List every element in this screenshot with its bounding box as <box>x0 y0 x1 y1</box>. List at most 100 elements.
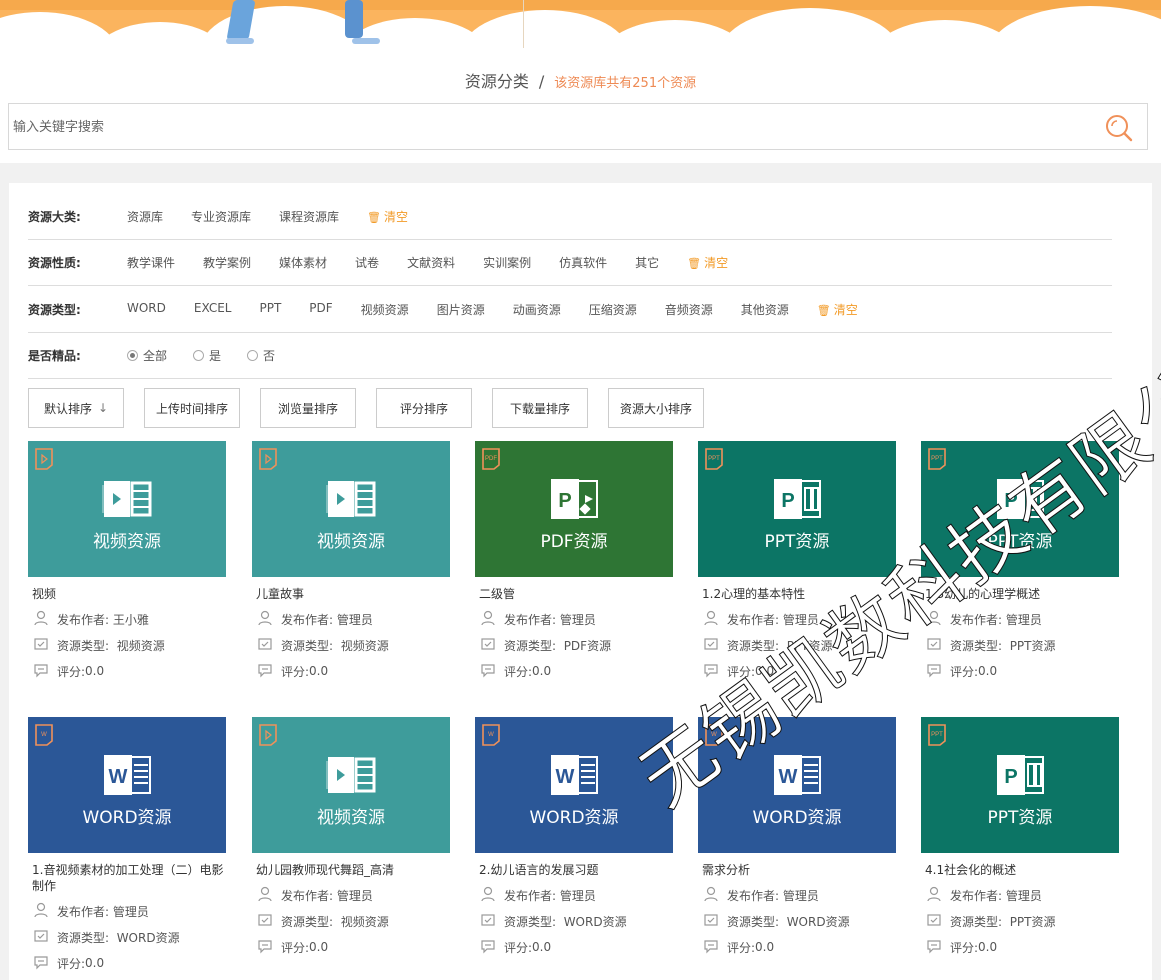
filter-option[interactable]: 其他资源 <box>741 301 789 318</box>
score-value: 0.0 <box>532 664 552 678</box>
resource-card[interactable]: PPT P PPT资源 1.2心理的基本特性 发布作者: 管理员 资源类型: PPT资源评… <box>698 441 896 684</box>
filter-label: 资源性质: <box>28 256 81 270</box>
radio-dot[interactable] <box>247 350 259 361</box>
radio-label: 是 <box>209 349 222 363</box>
filter-option[interactable]: 音频资源 <box>665 301 713 318</box>
filter-option[interactable]: 媒体素材 <box>279 254 327 271</box>
clear-filter-button[interactable]: 🗑︎ 清空 <box>687 254 728 271</box>
search-icon[interactable] <box>1105 114 1133 142</box>
filter-option[interactable]: 专业资源库 <box>191 208 251 225</box>
filter-option[interactable]: 其它 <box>635 254 659 271</box>
thumbnail-caption: PDF资源 <box>540 532 608 552</box>
type-row: 资源类型: PPT资源 <box>926 908 1119 934</box>
filter-option[interactable]: 文献资料 <box>407 254 455 271</box>
score-label: 评分: <box>57 956 86 971</box>
author-row: 发布作者: 管理员 <box>703 882 896 908</box>
sort-button[interactable]: 默认排序 ↓ <box>28 388 124 428</box>
resource-title[interactable]: 1.音视频素材的加工处理（二）电影制作 <box>32 862 226 894</box>
author-value: 管理员 <box>559 612 596 627</box>
thumbnail-caption: 视频资源 <box>317 808 385 828</box>
resource-thumbnail[interactable]: 视频资源 <box>252 441 450 577</box>
resource-title[interactable]: 需求分析 <box>702 862 896 878</box>
resource-card[interactable]: W W WORD资源 需求分析 发布作者: 管理员 资源类型: WORD资源 评分: 0.0 <box>698 717 896 960</box>
resource-card[interactable]: PPT P PPT资源 1.3幼儿的心理学概述 发布作者: 管理员 资源类型: PPT资源… <box>921 441 1119 684</box>
type-value: PPT资源 <box>786 638 833 653</box>
clear-label: 清空 <box>384 210 409 224</box>
resource-thumbnail[interactable]: PPT P PPT资源 <box>921 441 1119 577</box>
filter-option[interactable]: PPT <box>259 301 281 318</box>
resource-card[interactable]: PDF P PDF资源 二级管 发布作者: 管理员 资源类型: PDF资源 评分: 0.0 <box>475 441 673 684</box>
filter-option[interactable]: 视频资源 <box>361 301 409 318</box>
resource-thumbnail[interactable]: W W WORD资源 <box>475 717 673 853</box>
resource-title[interactable]: 1.2心理的基本特性 <box>702 586 896 602</box>
clear-filter-button[interactable]: 🗑︎ 清空 <box>817 301 858 318</box>
premium-radio[interactable]: 是 <box>193 347 221 364</box>
filter-option[interactable]: 教学案例 <box>203 254 251 271</box>
search-input[interactable] <box>13 116 1073 138</box>
author-row: 发布作者: 王小雅 <box>33 606 226 632</box>
resource-card[interactable]: 视频资源 儿童故事 发布作者: 管理员 资源类型: 视频资源 评分: 0.0 <box>252 441 450 684</box>
resource-card[interactable]: W W WORD资源 1.音视频素材的加工处理（二）电影制作 发布作者: 管理员 资源类型… <box>28 717 226 976</box>
resource-card[interactable]: 视频资源 视频 发布作者: 王小雅 资源类型: 视频资源 评分: 0.0 <box>28 441 226 684</box>
author-row: 发布作者: 管理员 <box>703 606 896 632</box>
filter-row: 资源性质: 教学课件 教学案例 媒体素材 试卷 文献资料 实训案例 仿真软件 其它 🗑︎ 清空 <box>28 240 1112 286</box>
resource-thumbnail[interactable]: 视频资源 <box>252 717 450 853</box>
resource-thumbnail[interactable]: W W WORD资源 <box>698 717 896 853</box>
resource-thumbnail[interactable]: W W WORD资源 <box>28 717 226 853</box>
sort-button[interactable]: 资源大小排序 <box>608 388 704 428</box>
author-row: 发布作者: 管理员 <box>926 882 1119 908</box>
filter-option[interactable]: 试卷 <box>355 254 379 271</box>
resource-title[interactable]: 4.1社会化的概述 <box>925 862 1119 878</box>
radio-dot[interactable] <box>127 350 138 361</box>
type-icon <box>257 912 281 931</box>
resource-card[interactable]: PPT P PPT资源 4.1社会化的概述 发布作者: 管理员 资源类型: PPT资源 评分… <box>921 717 1119 960</box>
filter-option[interactable]: EXCEL <box>194 301 232 318</box>
resource-title[interactable]: 幼儿园教师现代舞蹈_高清 <box>256 862 450 878</box>
filter-option[interactable]: 压缩资源 <box>589 301 637 318</box>
radio-dot[interactable] <box>193 350 205 361</box>
clear-filter-button[interactable]: 🗑︎ 清空 <box>367 208 408 225</box>
resource-title[interactable]: 视频 <box>32 586 226 602</box>
resource-card[interactable]: 视频资源幼儿园教师现代舞蹈_高清发布作者: 管理员 资源类型: 视频资源 评分: 0.… <box>252 717 450 960</box>
radio-label: 否 <box>263 349 276 363</box>
sort-button[interactable]: 浏览量排序 <box>260 388 356 428</box>
filter-option[interactable]: 课程资源库 <box>279 208 339 225</box>
sort-button[interactable]: 评分排序 <box>376 388 472 428</box>
premium-radio[interactable]: 全部 <box>127 347 167 364</box>
filter-option[interactable]: WORD <box>127 301 166 318</box>
resource-thumbnail[interactable]: PDF P PDF资源 <box>475 441 673 577</box>
score-row: 评分: 0.0 <box>257 934 450 960</box>
filter-option[interactable]: 实训案例 <box>483 254 531 271</box>
type-row: 资源类型: PDF资源 <box>480 632 673 658</box>
type-row: 资源类型: PPT资源 <box>926 632 1119 658</box>
resource-thumbnail[interactable]: PPT P PPT资源 <box>698 441 896 577</box>
comment-icon <box>257 938 281 957</box>
resource-title[interactable]: 2.幼儿语言的发展习题 <box>479 862 673 878</box>
filter-option[interactable]: 图片资源 <box>437 301 485 318</box>
sort-button[interactable]: 下载量排序 <box>492 388 588 428</box>
premium-radio[interactable]: 否 <box>247 347 275 364</box>
resource-card[interactable]: W W WORD资源 2.幼儿语言的发展习题 发布作者: 管理员 资源类型: WORD资源… <box>475 717 673 960</box>
user-icon <box>257 886 281 905</box>
author-label: 发布作者: <box>504 888 557 903</box>
filter-option[interactable]: 仿真软件 <box>559 254 607 271</box>
resource-title[interactable]: 1.3幼儿的心理学概述 <box>925 586 1119 602</box>
user-icon <box>480 610 504 629</box>
filter-option[interactable]: 教学课件 <box>127 254 175 271</box>
resource-title[interactable]: 儿童故事 <box>256 586 450 602</box>
sort-button[interactable]: 上传时间排序 <box>144 388 240 428</box>
resource-thumbnail[interactable]: PPT P PPT资源 <box>921 717 1119 853</box>
filter-option[interactable]: PDF <box>309 301 332 318</box>
author-row: 发布作者: 管理员 <box>257 882 450 908</box>
resource-title[interactable]: 二级管 <box>479 586 673 602</box>
filter-option[interactable]: 资源库 <box>127 208 163 225</box>
filter-option[interactable]: 动画资源 <box>513 301 561 318</box>
resource-thumbnail[interactable]: 视频资源 <box>28 441 226 577</box>
type-value: PPT资源 <box>1009 914 1056 929</box>
user-icon <box>33 902 57 921</box>
type-row: 资源类型: WORD资源 <box>703 908 896 934</box>
type-label: 资源类型: <box>504 914 557 929</box>
type-row: 资源类型: 视频资源 <box>257 908 450 934</box>
score-row: 评分: 0.0 <box>480 658 673 684</box>
user-icon <box>703 610 727 629</box>
